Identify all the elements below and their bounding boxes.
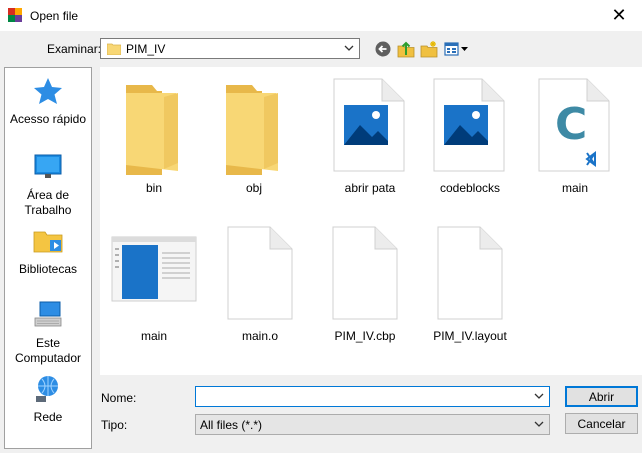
svg-text:C: C — [555, 99, 587, 150]
back-icon[interactable] — [374, 40, 392, 58]
title-bar: Open file ✕ — [0, 0, 642, 31]
filename-label: Nome: — [101, 391, 137, 405]
file-name: main.o — [241, 329, 279, 343]
file-icon — [437, 226, 503, 320]
libraries-icon — [33, 231, 63, 253]
folder-icon — [226, 85, 278, 175]
place-quick-access[interactable]: Acesso rápido — [5, 76, 91, 127]
file-list[interactable]: bin obj abrir pata codeblocks C main mai… — [100, 67, 642, 375]
file-name: codeblocks — [439, 181, 501, 195]
filetype-dropdown[interactable]: All files (*.*) — [195, 414, 550, 435]
new-folder-icon[interactable] — [420, 40, 438, 58]
filetype-value: All files (*.*) — [200, 418, 263, 432]
file-name: main — [561, 181, 588, 195]
desktop-icon — [34, 154, 62, 178]
place-label: Bibliotecas — [18, 262, 78, 276]
file-name: PIM_IV.layout — [433, 329, 507, 343]
file-name: PIM_IV.cbp — [334, 329, 396, 343]
network-icon — [36, 376, 58, 402]
close-button[interactable]: ✕ — [596, 0, 642, 31]
place-desktop[interactable]: Área de Trabalho — [5, 152, 91, 218]
folder-icon — [126, 85, 178, 175]
cancel-button[interactable]: Cancelar — [565, 413, 638, 434]
chevron-down-icon[interactable] — [533, 390, 545, 402]
c-source-file-icon: C — [538, 78, 610, 172]
place-label: Área de Trabalho — [24, 188, 72, 217]
look-in-label: Examinar: — [47, 42, 102, 56]
place-label: Este Computador — [14, 336, 82, 365]
place-this-pc[interactable]: Este Computador — [5, 300, 91, 366]
filetype-label: Tipo: — [101, 418, 128, 432]
filename-input[interactable] — [198, 389, 528, 404]
place-libraries[interactable]: Bibliotecas — [5, 226, 91, 277]
executable-thumbnail-icon — [111, 236, 197, 302]
star-icon — [34, 78, 62, 104]
places-bar: Acesso rápido Área de Trabalho Bibliotec… — [4, 67, 92, 449]
file-name: obj — [245, 181, 262, 195]
place-network[interactable]: Rede — [5, 374, 91, 425]
chevron-down-icon — [534, 421, 544, 427]
folder-icon — [107, 43, 121, 55]
file-icon — [332, 226, 398, 320]
up-folder-icon[interactable] — [397, 40, 415, 58]
filename-combo[interactable] — [195, 386, 550, 407]
computer-icon — [34, 301, 62, 327]
look-in-value: PIM_IV — [126, 42, 166, 56]
file-icon — [227, 226, 293, 320]
place-label: Rede — [33, 410, 63, 424]
image-file-icon — [433, 78, 505, 172]
open-button[interactable]: Abrir — [565, 386, 638, 407]
place-label: Acesso rápido — [9, 112, 87, 126]
image-file-icon — [333, 78, 405, 172]
file-name: main — [140, 329, 167, 343]
window-title: Open file — [30, 9, 79, 23]
chevron-down-icon — [344, 45, 354, 51]
app-icon — [8, 8, 22, 22]
file-name: bin — [145, 181, 162, 195]
view-menu-icon[interactable] — [444, 40, 470, 58]
file-name: abrir pata — [344, 181, 396, 195]
look-in-dropdown[interactable]: PIM_IV — [100, 38, 360, 59]
